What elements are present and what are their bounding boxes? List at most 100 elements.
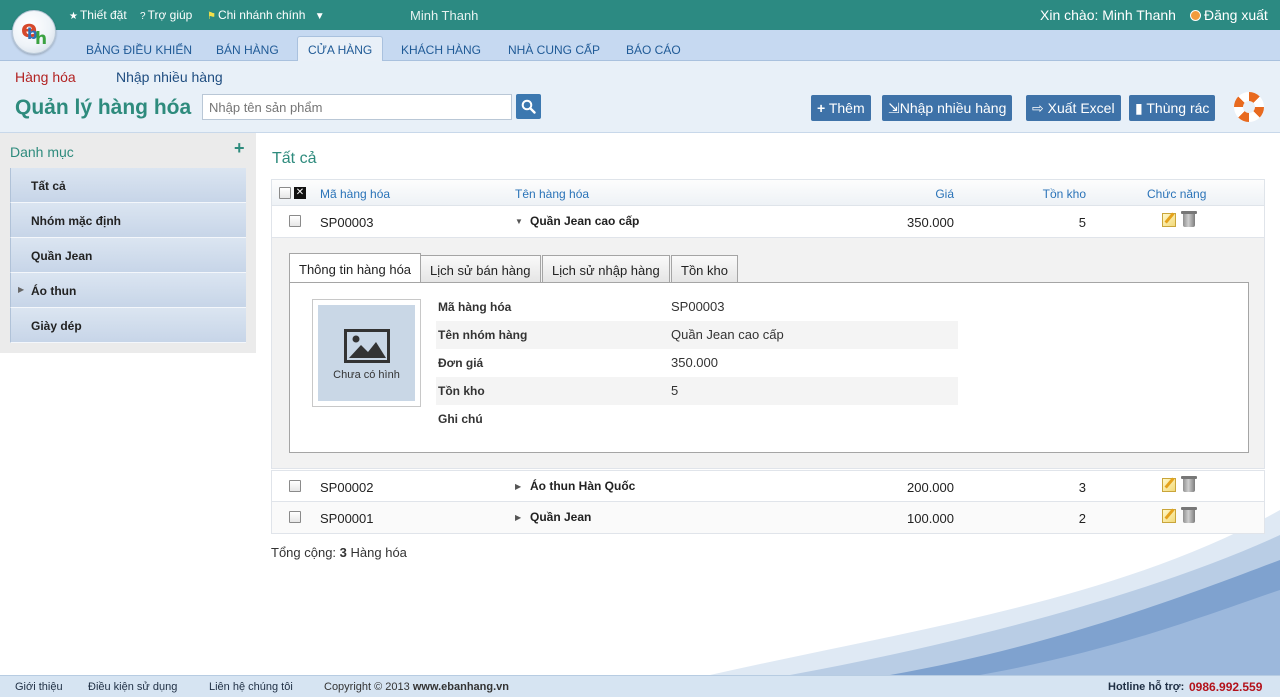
product-name[interactable]: Áo thun Hàn Quốc (530, 479, 635, 493)
greeting: Xin chào: Minh Thanh (1040, 7, 1176, 23)
total-summary: Tổng cộng: 3 Hàng hóa (271, 545, 407, 560)
detail-field-stock: Tồn kho 5 (436, 377, 958, 405)
branch-dropdown[interactable]: ⚑ Chi nhánh chính ▼ (207, 8, 325, 22)
subtab-bulk-import[interactable]: Nhập nhiều hàng (116, 69, 223, 85)
settings-link[interactable]: ★ Thiết đặt (69, 8, 127, 22)
edit-icon[interactable] (1162, 509, 1176, 523)
detail-tab-sales-history[interactable]: Lịch sử bán hàng (420, 255, 541, 283)
detail-field-price: Đơn giá 350.000 (438, 355, 718, 370)
product-price: 350.000 (907, 215, 954, 230)
product-code: SP00003 (320, 215, 374, 230)
nav-tab-store[interactable]: Cửa hàng (297, 36, 384, 62)
ebanhang-logo[interactable]: e b h (12, 10, 56, 54)
add-category-icon[interactable]: + (234, 138, 245, 159)
column-header-actions: Chức năng (1147, 187, 1207, 201)
support-lifebuoy-icon[interactable] (1234, 92, 1264, 122)
power-icon (1190, 10, 1201, 21)
category-item-shoes[interactable]: Giày dép (10, 308, 246, 343)
hotline-number[interactable]: 0986.992.559 (1189, 680, 1262, 694)
edit-icon[interactable] (1162, 213, 1176, 227)
category-list: Tất cả Nhóm mặc định Quần Jean ▶ Áo thun … (10, 168, 246, 343)
detail-field-group: Tên nhóm hàng Quần Jean cao cấp (436, 321, 958, 349)
detail-tab-import-history[interactable]: Lịch sử nhập hàng (542, 255, 670, 283)
main-nav: Bảng điều khiển Bán hàng Cửa hàng Khách … (0, 30, 1280, 62)
search-input[interactable] (202, 94, 512, 120)
column-header-stock[interactable]: Tồn kho (972, 187, 1086, 201)
trash-bin-icon: ▮ (1135, 100, 1143, 116)
deselect-all-icon[interactable]: ✕ (294, 187, 306, 199)
column-header-name[interactable]: Tên hàng hóa (515, 187, 589, 201)
delete-icon[interactable] (1181, 507, 1197, 523)
detail-field-note: Ghi chú (438, 412, 483, 426)
delete-icon[interactable] (1181, 211, 1197, 227)
sub-header: Hàng hóa Nhập nhiều hàng Quản lý hàng hó… (0, 61, 1280, 133)
total-count: 3 (339, 545, 347, 560)
footer-link-contact[interactable]: Liên hệ chúng tôi (209, 681, 293, 693)
product-price: 200.000 (907, 480, 954, 495)
category-item-all[interactable]: Tất cả (10, 168, 246, 203)
product-code: SP00002 (320, 480, 374, 495)
add-button[interactable]: + Thêm (811, 95, 871, 121)
table-header: ✕ Mã hàng hóa Tên hàng hóa Giá Tồn kho C… (271, 179, 1265, 206)
help-link[interactable]: ? Trợ giúp (140, 8, 192, 22)
select-all-checkbox[interactable] (279, 187, 291, 199)
product-name[interactable]: Quần Jean (530, 510, 591, 524)
search-icon (521, 99, 536, 114)
chevron-down-icon: ▼ (314, 11, 325, 22)
product-stock: 3 (1078, 480, 1086, 495)
question-icon: ? (140, 11, 146, 22)
page-title: Quản lý hàng hóa (15, 96, 192, 119)
bulk-import-button[interactable]: ⇲Nhập nhiều hàng (882, 95, 1013, 121)
subtab-products[interactable]: Hàng hóa (15, 69, 76, 85)
export-excel-button[interactable]: ⇨ Xuất Excel (1026, 95, 1121, 121)
star-icon: ★ (69, 11, 78, 22)
product-name[interactable]: Quần Jean cao cấp (530, 214, 639, 228)
nav-tab-sales[interactable]: Bán hàng (216, 43, 279, 57)
footer-link-terms[interactable]: Điều kiện sử dụng (88, 681, 177, 693)
row-checkbox[interactable] (289, 215, 301, 227)
product-image-placeholder[interactable]: Chưa có hình (318, 305, 415, 401)
product-price: 100.000 (907, 511, 954, 526)
nav-tab-customers[interactable]: Khách hàng (401, 43, 481, 57)
edit-icon[interactable] (1162, 478, 1176, 492)
expand-arrow-icon[interactable]: ▶ (515, 482, 521, 491)
footer: Giới thiệu Điều kiện sử dụng Liên hệ chú… (0, 675, 1280, 697)
category-title: Danh mục (10, 144, 74, 160)
table-row[interactable]: SP00001 ▶ Quần Jean 100.000 2 (271, 502, 1265, 534)
column-header-code[interactable]: Mã hàng hóa (320, 187, 390, 201)
table-row[interactable]: SP00003 ▼ Quần Jean cao cấp 350.000 5 (271, 206, 1265, 238)
column-header-price[interactable]: Giá (872, 187, 954, 201)
export-icon: ⇨ (1032, 100, 1044, 116)
plus-icon: + (817, 100, 826, 116)
image-placeholder-icon (344, 329, 390, 363)
detail-tab-stock[interactable]: Tồn kho (671, 255, 738, 283)
search-button[interactable] (516, 94, 541, 119)
row-checkbox[interactable] (289, 480, 301, 492)
detail-content: Chưa có hình Mã hàng hóa SP00003 Tên nhóm… (289, 282, 1249, 453)
nav-tab-dashboard[interactable]: Bảng điều khiển (86, 43, 192, 57)
copyright: Copyright © 2013 www.ebanhang.vn (324, 681, 509, 693)
category-item-tshirts[interactable]: ▶ Áo thun (10, 273, 246, 308)
expand-arrow-icon[interactable]: ▶ (18, 285, 24, 294)
import-icon: ⇲ (888, 100, 900, 116)
logout-link[interactable]: Đăng xuất (1190, 7, 1268, 23)
category-sidebar: Danh mục + Tất cả Nhóm mặc định Quần Jea… (0, 133, 256, 353)
product-stock: 5 (1078, 215, 1086, 230)
top-bar: ★ Thiết đặt ? Trợ giúp ⚑ Chi nhánh chính ▼ … (0, 0, 1280, 30)
hotline-label: Hotline hỗ trợ: (1108, 681, 1185, 693)
expand-arrow-icon[interactable]: ▶ (515, 513, 521, 522)
collapse-arrow-icon[interactable]: ▼ (515, 217, 523, 226)
detail-field-code: Mã hàng hóa SP00003 (438, 299, 725, 314)
footer-link-about[interactable]: Giới thiệu (15, 681, 63, 693)
table-row[interactable]: SP00002 ▶ Áo thun Hàn Quốc 200.000 3 (271, 470, 1265, 502)
delete-icon[interactable] (1181, 476, 1197, 492)
nav-tab-reports[interactable]: Báo cáo (626, 43, 681, 57)
trash-button[interactable]: ▮ Thùng rác (1129, 95, 1216, 121)
category-item-jeans[interactable]: Quần Jean (10, 238, 246, 273)
product-image-frame: Chưa có hình (312, 299, 421, 407)
nav-tab-suppliers[interactable]: Nhà cung cấp (508, 43, 600, 57)
row-checkbox[interactable] (289, 511, 301, 523)
user-name-center: Minh Thanh (410, 8, 479, 23)
category-item-default[interactable]: Nhóm mặc định (10, 203, 246, 238)
detail-tab-info[interactable]: Thông tin hàng hóa (289, 253, 422, 284)
